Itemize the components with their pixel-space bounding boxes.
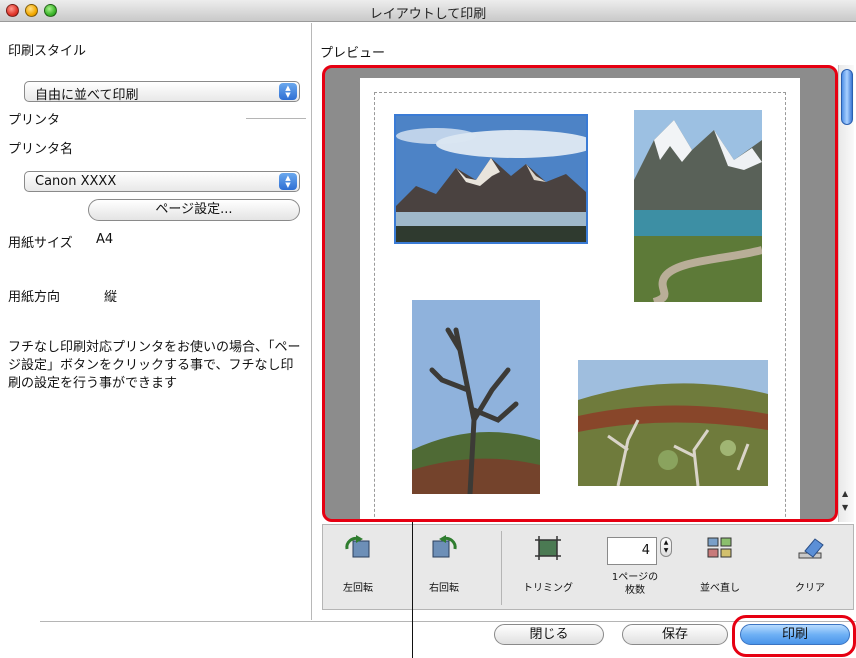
rotate-left-button[interactable]: 左回転	[323, 531, 393, 594]
scroll-up-icon[interactable]: ▲	[842, 489, 848, 498]
rotate-right-button[interactable]: 右回転	[409, 531, 479, 594]
print-style-popup[interactable]: 自由に並べて印刷 ▲ ▼	[24, 81, 300, 103]
rearrange-button[interactable]: 並べ直し	[685, 531, 755, 594]
mountain-road-photo[interactable]	[634, 110, 762, 302]
clear-button[interactable]: クリア	[775, 531, 845, 594]
print-style-value: 自由に並べて印刷	[35, 88, 139, 103]
window-title: レイアウトして印刷	[369, 7, 487, 22]
title-bar: レイアウトして印刷	[0, 0, 856, 22]
printer-section-label: プリンタ	[8, 113, 61, 128]
copies-label-line1: 1ページの	[611, 572, 659, 583]
popup-arrows-icon: ▲ ▼	[279, 83, 297, 100]
close-button[interactable]: 閉じる	[494, 624, 604, 645]
copies-stepper[interactable]: ▲ ▼	[660, 537, 672, 557]
eraser-icon	[798, 538, 824, 559]
scrollbar-thumb[interactable]	[841, 69, 853, 125]
orientation-value: 縦	[104, 290, 118, 305]
printer-name-value: Canon XXXX	[35, 174, 117, 189]
printer-name-label: プリンタ名	[8, 142, 74, 157]
settings-pane: 印刷スタイル 自由に並べて印刷 ▲ ▼ プリンタ プリンタ名 Canon XXXX…	[0, 23, 312, 620]
scroll-down-icon[interactable]: ▼	[842, 503, 848, 512]
dead-tree-photo[interactable]	[412, 300, 540, 494]
rotate-left-icon	[345, 535, 370, 558]
popup-arrows-icon: ▲ ▼	[279, 173, 297, 190]
paper-sheet	[360, 78, 800, 519]
trimming-button[interactable]: トリミング	[513, 531, 583, 594]
rotate-right-icon	[432, 535, 457, 558]
copies-per-page-field[interactable]: 4	[607, 537, 657, 565]
rotate-left-label: 左回転	[343, 583, 373, 594]
preview-toolbar: 左回転 右回転 トリミング 4 ▲ ▼ 1ページの 枚数 並べ直し クリア	[322, 524, 854, 610]
crop-icon	[535, 536, 561, 560]
rearrange-icon	[707, 537, 732, 558]
callout-line	[412, 522, 413, 658]
paper-size-label: 用紙サイズ	[8, 236, 73, 251]
preview-area[interactable]	[322, 65, 838, 522]
print-style-label: 印刷スタイル	[8, 44, 87, 59]
orientation-label: 用紙方向	[8, 290, 61, 305]
trimming-label: トリミング	[523, 583, 573, 594]
borderless-note: フチなし印刷対応プリンタをお使いの場合、「ページ設定」ボタンをクリックする事で、…	[8, 340, 301, 391]
printer-name-popup[interactable]: Canon XXXX ▲ ▼	[24, 171, 300, 192]
mountain-lake-photo[interactable]	[394, 114, 588, 244]
clear-label: クリア	[795, 583, 825, 594]
rearrange-label: 並べ直し	[700, 583, 740, 594]
paper-size-value: A4	[96, 232, 114, 247]
print-button-highlight	[732, 615, 856, 657]
preview-scrollbar[interactable]: ▲ ▼	[838, 65, 854, 522]
section-divider	[246, 118, 306, 119]
page-setup-button[interactable]: ページ設定...	[88, 199, 300, 221]
hillside-trees-photo[interactable]	[578, 360, 768, 486]
rotate-right-label: 右回転	[429, 583, 459, 594]
copies-label-line2: 枚数	[625, 585, 645, 596]
save-button[interactable]: 保存	[622, 624, 728, 645]
toolbar-divider	[501, 531, 502, 605]
preview-label: プレビュー	[320, 46, 386, 61]
copies-per-page-label: 1ページの 枚数	[589, 571, 681, 597]
